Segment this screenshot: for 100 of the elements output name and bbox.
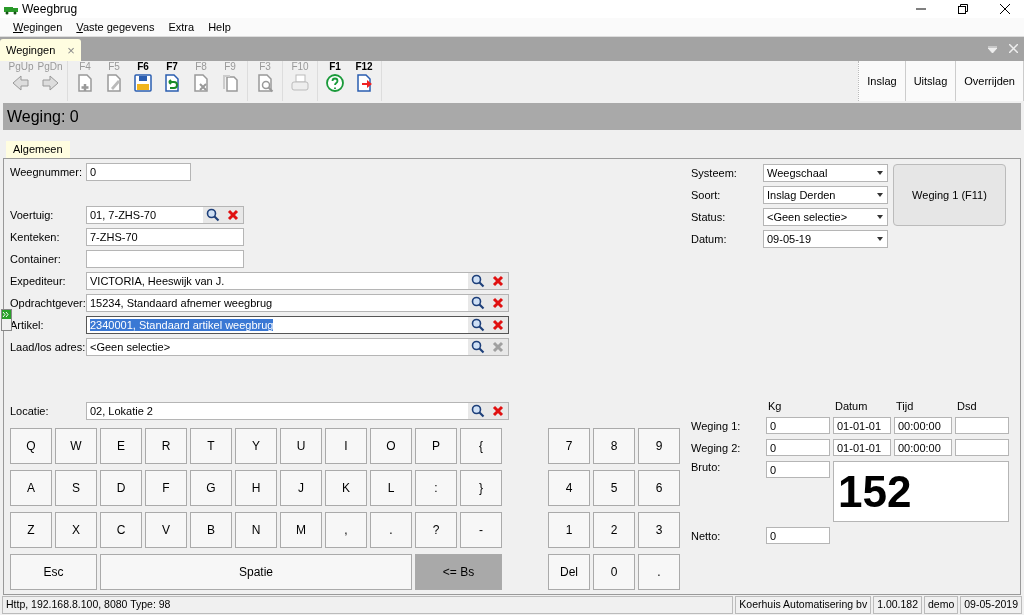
input-field[interactable]: 00:00:00 bbox=[894, 417, 952, 434]
keyboard-key[interactable]: W bbox=[55, 428, 97, 464]
close-icon[interactable] bbox=[1000, 4, 1010, 14]
lookup-field[interactable]: 01, 7-ZHS-70 bbox=[86, 206, 244, 224]
keyboard-key[interactable]: . bbox=[370, 512, 412, 548]
lookup-field[interactable]: 15234, Standaard afnemer weegbrug bbox=[86, 294, 509, 312]
input-field[interactable]: 01-01-01 bbox=[833, 417, 891, 434]
toolbar-button[interactable]: F7 bbox=[159, 61, 185, 101]
restore-icon[interactable] bbox=[958, 4, 968, 14]
menu-item[interactable]: Vaste gegevens bbox=[69, 21, 162, 33]
clear-button[interactable] bbox=[488, 295, 508, 311]
toolbar-button[interactable]: F1 bbox=[322, 61, 348, 101]
action-button[interactable]: Inslag bbox=[859, 61, 906, 101]
input-field[interactable]: 0 bbox=[766, 417, 830, 434]
keypad-key[interactable]: 2 bbox=[593, 512, 635, 548]
keyboard-key[interactable]: H bbox=[235, 470, 277, 506]
keyboard-key[interactable]: B bbox=[190, 512, 232, 548]
keyboard-key[interactable]: X bbox=[55, 512, 97, 548]
keyboard-key[interactable]: G bbox=[190, 470, 232, 506]
keypad-key[interactable]: 9 bbox=[638, 428, 680, 464]
keyboard-key[interactable]: - bbox=[460, 512, 502, 548]
input-field[interactable]: 0 bbox=[766, 461, 830, 478]
keyboard-key[interactable]: R bbox=[145, 428, 187, 464]
input-field[interactable] bbox=[955, 417, 1009, 434]
lookup-field[interactable]: 02, Lokatie 2 bbox=[86, 402, 509, 420]
keyboard-key[interactable]: Z bbox=[10, 512, 52, 548]
keyboard-key[interactable]: A bbox=[10, 470, 52, 506]
keypad-key[interactable]: 0 bbox=[593, 554, 635, 590]
keyboard-key[interactable]: T bbox=[190, 428, 232, 464]
dropdown[interactable]: <Geen selectie> bbox=[763, 208, 888, 226]
keyboard-key[interactable]: } bbox=[460, 470, 502, 506]
input-field[interactable] bbox=[955, 439, 1009, 456]
clear-button[interactable] bbox=[488, 273, 508, 289]
keyboard-key[interactable]: <= Bs bbox=[415, 554, 502, 590]
keyboard-key[interactable]: : bbox=[415, 470, 457, 506]
clear-button[interactable] bbox=[488, 403, 508, 419]
keyboard-key[interactable]: L bbox=[370, 470, 412, 506]
weigh-button[interactable]: Weging 1 (F11) bbox=[893, 164, 1006, 226]
action-button[interactable]: Overrijden bbox=[956, 61, 1024, 101]
dropdown[interactable]: 09-05-19 bbox=[763, 230, 888, 248]
toolbar-button[interactable]: F12 bbox=[351, 61, 377, 101]
keyboard-key[interactable]: , bbox=[325, 512, 367, 548]
keypad-key[interactable]: 1 bbox=[548, 512, 590, 548]
keypad-key[interactable]: 4 bbox=[548, 470, 590, 506]
dropdown[interactable]: Weegschaal bbox=[763, 164, 888, 182]
keyboard-key[interactable]: Spatie bbox=[100, 554, 412, 590]
keyboard-key[interactable]: ? bbox=[415, 512, 457, 548]
input-field[interactable]: 0 bbox=[766, 439, 830, 456]
input-field[interactable]: 0 bbox=[86, 163, 191, 181]
keyboard-key[interactable]: V bbox=[145, 512, 187, 548]
keypad-key[interactable]: 8 bbox=[593, 428, 635, 464]
keyboard-key[interactable]: C bbox=[100, 512, 142, 548]
keypad-key[interactable]: 7 bbox=[548, 428, 590, 464]
input-field[interactable]: 7-ZHS-70 bbox=[86, 228, 244, 246]
toolbar-button[interactable]: F6 bbox=[130, 61, 156, 101]
keyboard-key[interactable]: P bbox=[415, 428, 457, 464]
clear-button[interactable] bbox=[223, 207, 243, 223]
lookup-field[interactable]: VICTORIA, Heeswijk van J. bbox=[86, 272, 509, 290]
keyboard-key[interactable]: S bbox=[55, 470, 97, 506]
input-field[interactable]: 01-01-01 bbox=[833, 439, 891, 456]
keyboard-key[interactable]: F bbox=[145, 470, 187, 506]
lookup-field[interactable]: 2340001, Standaard artikel weegbrug bbox=[86, 316, 509, 334]
keyboard-key[interactable]: M bbox=[280, 512, 322, 548]
keyboard-key[interactable]: Y bbox=[235, 428, 277, 464]
search-button[interactable] bbox=[468, 317, 488, 333]
close-tab-button[interactable]: × bbox=[67, 42, 75, 58]
search-button[interactable] bbox=[468, 273, 488, 289]
keyboard-key[interactable]: O bbox=[370, 428, 412, 464]
action-button[interactable]: Uitslag bbox=[905, 61, 957, 101]
dropdown[interactable]: Inslag Derden bbox=[763, 186, 888, 204]
input-field[interactable]: 00:00:00 bbox=[894, 439, 952, 456]
keyboard-key[interactable]: { bbox=[460, 428, 502, 464]
keypad-key[interactable]: 6 bbox=[638, 470, 680, 506]
clear-button[interactable] bbox=[488, 317, 508, 333]
keypad-key[interactable]: Del bbox=[548, 554, 590, 590]
keyboard-key[interactable]: Esc bbox=[10, 554, 97, 590]
tab[interactable]: Algemeen bbox=[6, 141, 70, 158]
expand-handle[interactable] bbox=[1, 309, 12, 331]
keyboard-key[interactable]: E bbox=[100, 428, 142, 464]
menu-item[interactable]: Help bbox=[201, 21, 238, 33]
search-button[interactable] bbox=[468, 403, 488, 419]
keypad-key[interactable]: 5 bbox=[593, 470, 635, 506]
keyboard-key[interactable]: K bbox=[325, 470, 367, 506]
lookup-field[interactable]: <Geen selectie> bbox=[86, 338, 509, 356]
search-button[interactable] bbox=[468, 295, 488, 311]
keyboard-key[interactable]: D bbox=[100, 470, 142, 506]
search-button[interactable] bbox=[468, 339, 488, 355]
search-button[interactable] bbox=[203, 207, 223, 223]
input-field[interactable]: 0 bbox=[766, 527, 830, 544]
keyboard-key[interactable]: J bbox=[280, 470, 322, 506]
keyboard-key[interactable]: I bbox=[325, 428, 367, 464]
input-field[interactable] bbox=[86, 250, 244, 268]
menu-item[interactable]: Extra bbox=[161, 21, 202, 33]
keyboard-key[interactable]: N bbox=[235, 512, 277, 548]
keyboard-key[interactable]: U bbox=[280, 428, 322, 464]
menu-item[interactable]: Wegingen bbox=[6, 21, 70, 33]
keypad-key[interactable]: 3 bbox=[638, 512, 680, 548]
keyboard-key[interactable]: Q bbox=[10, 428, 52, 464]
document-tab[interactable]: Wegingen × bbox=[0, 39, 81, 61]
keypad-key[interactable]: . bbox=[638, 554, 680, 590]
